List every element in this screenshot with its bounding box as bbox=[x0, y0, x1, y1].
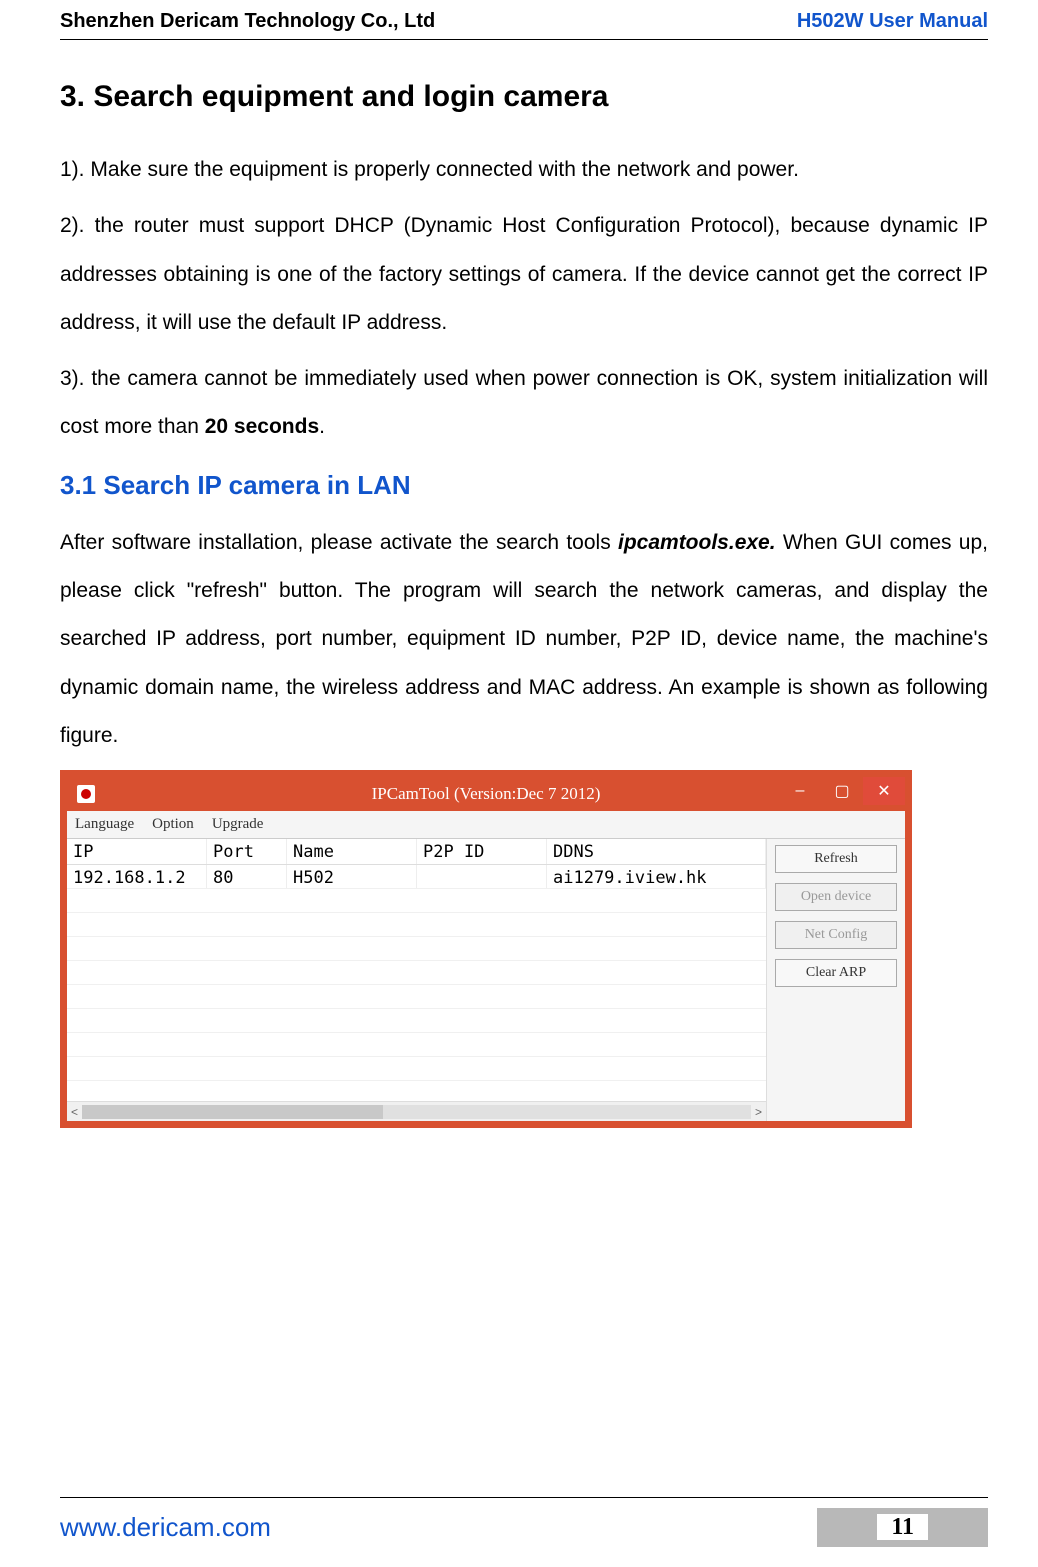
page-number-container: 11 bbox=[817, 1508, 988, 1547]
paragraph-3: 3). the camera cannot be immediately use… bbox=[60, 355, 988, 452]
tool-name: ipcamtools.exe. bbox=[618, 531, 776, 554]
table-row bbox=[67, 961, 766, 985]
scroll-thumb[interactable] bbox=[82, 1105, 383, 1119]
page-number: 11 bbox=[877, 1514, 928, 1540]
scroll-track[interactable] bbox=[82, 1105, 751, 1119]
col-name[interactable]: Name bbox=[287, 839, 417, 864]
button-panel: Refresh Open device Net Config Clear ARP bbox=[767, 839, 905, 1121]
device-table: IP Port Name P2P ID DDNS 192.168.1.2 80 … bbox=[67, 839, 767, 1121]
subsection-title: 3.1 Search IP camera in LAN bbox=[60, 470, 988, 501]
table-body: 192.168.1.2 80 H502 ai1279.iview.hk bbox=[67, 865, 766, 1101]
table-row bbox=[67, 985, 766, 1009]
paragraph-2: 2). the router must support DHCP (Dynami… bbox=[60, 202, 988, 347]
window-title: IPCamTool (Version:Dec 7 2012) bbox=[372, 784, 601, 804]
p3-suffix: . bbox=[319, 415, 325, 438]
p3-prefix: 3). the camera cannot be immediately use… bbox=[60, 367, 988, 438]
col-p2p[interactable]: P2P ID bbox=[417, 839, 547, 864]
p3-bold: 20 seconds bbox=[205, 415, 319, 438]
cell-name: H502 bbox=[287, 865, 417, 888]
menubar: Language Option Upgrade bbox=[67, 811, 905, 839]
scroll-right-icon[interactable]: > bbox=[755, 1105, 762, 1119]
cell-ip: 192.168.1.2 bbox=[67, 865, 207, 888]
scroll-left-icon[interactable]: < bbox=[71, 1105, 78, 1119]
col-port[interactable]: Port bbox=[207, 839, 287, 864]
table-row bbox=[67, 1057, 766, 1081]
maximize-button[interactable]: ▢ bbox=[821, 777, 863, 805]
footer-url: www.dericam.com bbox=[60, 1512, 271, 1543]
minimize-button[interactable]: – bbox=[779, 777, 821, 805]
app-content: IP Port Name P2P ID DDNS 192.168.1.2 80 … bbox=[67, 839, 905, 1121]
table-row bbox=[67, 937, 766, 961]
sub-p-prefix: After software installation, please acti… bbox=[60, 531, 618, 554]
paragraph-1: 1). Make sure the equipment is properly … bbox=[60, 146, 988, 194]
window-controls: – ▢ ✕ bbox=[779, 777, 905, 805]
app-icon bbox=[77, 785, 95, 803]
table-row bbox=[67, 889, 766, 913]
app-window: IPCamTool (Version:Dec 7 2012) – ▢ ✕ Lan… bbox=[60, 770, 912, 1128]
table-row[interactable]: 192.168.1.2 80 H502 ai1279.iview.hk bbox=[67, 865, 766, 889]
manual-title: H502W User Manual bbox=[797, 10, 988, 33]
table-header: IP Port Name P2P ID DDNS bbox=[67, 839, 766, 865]
section-title: 3. Search equipment and login camera bbox=[60, 80, 988, 114]
menu-language[interactable]: Language bbox=[75, 816, 134, 833]
close-button[interactable]: ✕ bbox=[863, 777, 905, 805]
titlebar: IPCamTool (Version:Dec 7 2012) – ▢ ✕ bbox=[67, 777, 905, 811]
cell-port: 80 bbox=[207, 865, 287, 888]
cell-ddns: ai1279.iview.hk bbox=[547, 865, 766, 888]
clear-arp-button[interactable]: Clear ARP bbox=[775, 959, 897, 987]
document-footer: www.dericam.com 11 bbox=[60, 1497, 988, 1547]
table-row bbox=[67, 1009, 766, 1033]
net-config-button[interactable]: Net Config bbox=[775, 921, 897, 949]
company-name: Shenzhen Dericam Technology Co., Ltd bbox=[60, 10, 435, 33]
open-device-button[interactable]: Open device bbox=[775, 883, 897, 911]
menu-option[interactable]: Option bbox=[152, 816, 194, 833]
horizontal-scrollbar[interactable]: < > bbox=[67, 1101, 766, 1121]
subsection-paragraph: After software installation, please acti… bbox=[60, 519, 988, 760]
table-row bbox=[67, 1033, 766, 1057]
col-ddns[interactable]: DDNS bbox=[547, 839, 766, 864]
refresh-button[interactable]: Refresh bbox=[775, 845, 897, 873]
cell-p2p bbox=[417, 865, 547, 888]
document-header: Shenzhen Dericam Technology Co., Ltd H50… bbox=[60, 10, 988, 40]
table-row bbox=[67, 913, 766, 937]
menu-upgrade[interactable]: Upgrade bbox=[212, 816, 264, 833]
col-ip[interactable]: IP bbox=[67, 839, 207, 864]
sub-p-suffix: When GUI comes up, please click "refresh… bbox=[60, 531, 988, 747]
